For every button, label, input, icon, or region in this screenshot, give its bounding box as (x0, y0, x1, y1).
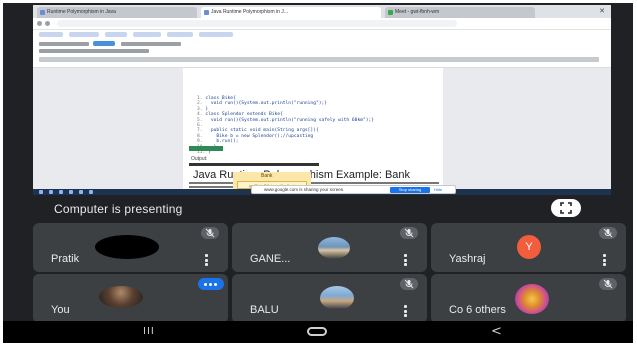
browser-tab-label: Runtime Polymorphism in Java (47, 9, 116, 15)
mic-off-icon (603, 228, 613, 238)
code-line-number: 2. (197, 101, 203, 107)
more-vert-icon[interactable] (404, 254, 407, 268)
url-field[interactable] (57, 20, 457, 27)
mic-off-indicator (599, 278, 617, 290)
back-icon[interactable]: < (491, 324, 502, 339)
code-line-number: 5. (197, 117, 203, 123)
address-bar (33, 18, 611, 30)
shared-screen[interactable]: Runtime Polymorphism in Java Java Runtim… (33, 5, 611, 195)
screen-share-notification: www.google.com is sharing your screen. S… (251, 185, 456, 194)
browser-tab[interactable]: Runtime Polymorphism in Java (37, 7, 197, 18)
home-icon[interactable] (307, 327, 327, 336)
fullscreen-button[interactable] (551, 199, 581, 217)
diagram-label: Bank (261, 173, 273, 179)
avatar: Y (517, 235, 541, 259)
reload-icon[interactable] (45, 21, 50, 26)
tab-favicon-icon (388, 10, 393, 15)
avatar (318, 237, 350, 259)
browser-tab-active[interactable]: Java Runtime Polymorphism in J... (201, 7, 381, 18)
code-line: class Splendor extends Bike{ (205, 112, 283, 118)
code-block: 1. class Bike{ 2. void run(){System.out.… (197, 96, 374, 155)
mic-off-indicator (400, 278, 418, 290)
more-vert-icon[interactable] (404, 305, 407, 319)
code-line: void run(){System.out.println("running s… (205, 117, 375, 123)
mic-off-icon (205, 228, 215, 238)
mic-off-icon (603, 279, 613, 289)
document-right-margin (443, 68, 611, 195)
mic-off-indicator (201, 227, 219, 239)
hide-button[interactable]: Hide (434, 187, 442, 192)
browser-tab-label: Meet - gwt-fbnh-wm (395, 9, 440, 15)
mic-off-indicator (400, 227, 418, 239)
mic-off-indicator (599, 227, 617, 239)
document-left-margin (33, 68, 183, 195)
participant-tile-others[interactable]: Co 6 others (431, 274, 626, 323)
participant-name: You (51, 304, 70, 316)
phone-screen: Runtime Polymorphism in Java Java Runtim… (3, 3, 633, 343)
share-notification-text: www.google.com is sharing your screen. (264, 187, 345, 192)
tab-favicon-icon (40, 10, 45, 15)
participant-tile-balu[interactable]: BALU (232, 274, 427, 323)
mic-off-icon (404, 228, 414, 238)
window-close-icon[interactable]: ✕ (599, 7, 605, 15)
stop-sharing-button[interactable]: Stop sharing (390, 187, 430, 193)
participant-name: BALU (250, 304, 279, 316)
recents-icon[interactable]: III (143, 326, 155, 337)
back-icon[interactable] (37, 21, 42, 26)
participant-name: Pratik (51, 253, 80, 265)
participant-name: Yashraj (449, 253, 486, 265)
more-vert-icon[interactable] (205, 254, 208, 268)
document-page[interactable]: 1. class Bike{ 2. void run(){System.out.… (183, 68, 443, 195)
audio-indicator-icon (198, 278, 224, 290)
presenting-banner: Computer is presenting (33, 195, 605, 220)
mic-off-icon (404, 279, 414, 289)
avatar (99, 286, 143, 308)
output-label: Output: (191, 156, 208, 162)
avatar (515, 284, 549, 314)
more-vert-icon[interactable] (603, 254, 606, 268)
avatar (320, 286, 354, 310)
participant-tile-pratik[interactable]: Pratik (33, 223, 228, 272)
bookmarks-bar (33, 30, 611, 39)
output-rule (189, 163, 319, 166)
presenting-text: Computer is presenting (54, 202, 183, 216)
fullscreen-icon (560, 202, 572, 214)
android-nav-bar: III < (3, 321, 633, 343)
tab-favicon-icon (204, 10, 209, 15)
document-toolbar (33, 39, 611, 68)
code-line: public static void main(String args[]){ (205, 128, 319, 134)
browser-tab-label: Java Runtime Polymorphism in J... (211, 9, 288, 15)
code-line-number: 4. (197, 112, 203, 118)
paragraph-line (189, 182, 439, 184)
code-line: void run(){System.out.println("running")… (205, 101, 328, 107)
participant-name: Co 6 others (449, 304, 506, 316)
participant-tile-yashraj[interactable]: Y Yashraj (431, 223, 626, 272)
code-line: b.run(); (205, 139, 239, 145)
browser-tab[interactable]: Meet - gwt-fbnh-wm (385, 7, 535, 18)
browser-tab-bar: Runtime Polymorphism in Java Java Runtim… (33, 5, 611, 18)
participant-tile-gane[interactable]: GANE... (232, 223, 427, 272)
participant-name: GANE... (250, 253, 291, 265)
code-line-number: 9. (197, 139, 203, 145)
test-it-now-badge[interactable] (189, 146, 223, 151)
avatar (95, 235, 159, 259)
code-line-number: 7. (197, 128, 203, 134)
participant-tile-you[interactable]: You (33, 274, 228, 323)
